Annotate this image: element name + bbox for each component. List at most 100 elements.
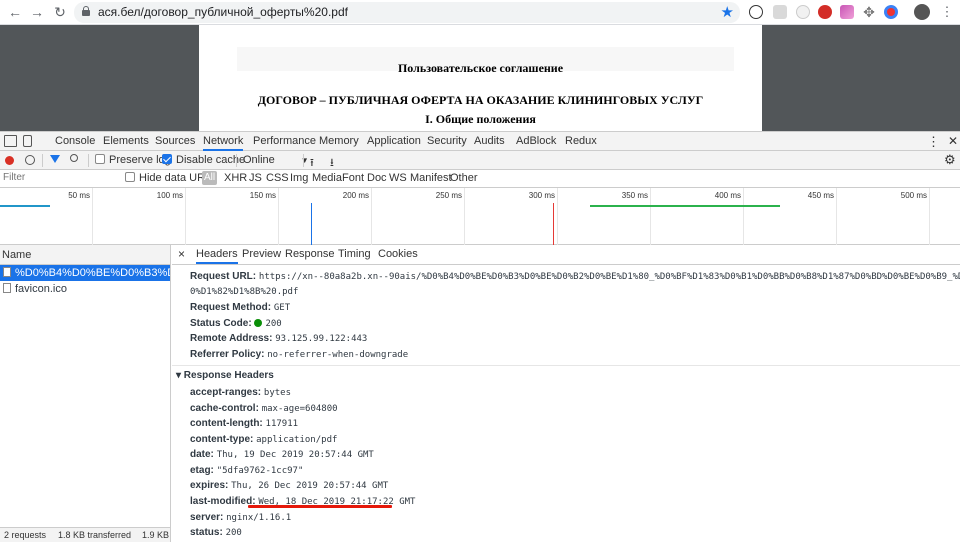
settings-gear-icon[interactable]: ⚙ bbox=[944, 152, 956, 168]
reload-icon[interactable]: ↻ bbox=[51, 3, 69, 21]
request-url-key: Request URL: bbox=[190, 271, 257, 282]
requests-name-header[interactable]: Name bbox=[0, 245, 170, 265]
timeline-tick-50: 50 ms bbox=[68, 191, 90, 200]
back-icon[interactable]: ← bbox=[6, 3, 24, 21]
tab-network[interactable]: Network bbox=[203, 132, 244, 151]
request-url-value-cont[interactable]: 0%D1%82%D1%8B%20.pdf bbox=[190, 287, 298, 297]
disable-cache-checkbox[interactable]: Disable cache bbox=[162, 154, 245, 166]
header-value: Thu, 26 Dec 2019 20:57:44 GMT bbox=[231, 481, 389, 491]
requests-panel: Name %D0%B4%D0%BE%D0%B3%D0%BE%D0%B2%D0%B… bbox=[0, 245, 171, 527]
preserve-log-checkbox[interactable]: Preserve log bbox=[95, 154, 171, 166]
timeline-tick-150: 150 ms bbox=[249, 191, 276, 200]
response-header-row: date: Thu, 19 Dec 2019 20:57:44 GMT bbox=[190, 449, 374, 460]
request-row[interactable]: favicon.ico bbox=[0, 281, 170, 297]
throttle-select[interactable]: Online ▼ bbox=[243, 154, 309, 166]
tab-console[interactable]: Console bbox=[55, 132, 95, 151]
pdf-heading: ДОГОВОР – ПУБЛИЧНАЯ ОФЕРТА НА ОКАЗАНИЕ К… bbox=[257, 93, 704, 107]
filter-type-css[interactable]: CSS bbox=[266, 172, 289, 184]
tab-performance[interactable]: Performance bbox=[253, 132, 316, 151]
search-icon[interactable] bbox=[70, 154, 78, 162]
network-toolbar: Preserve log Disable cache Online ▼ ⭱ ⭳ ⚙ bbox=[0, 151, 960, 170]
url-text[interactable]: ася.бел/договор_публичной_оферты%20.pdf bbox=[98, 5, 348, 19]
menu-kebab-icon[interactable]: ⋮ bbox=[938, 3, 956, 21]
tab-adblock[interactable]: AdBlock bbox=[516, 132, 556, 151]
avatar[interactable] bbox=[914, 4, 930, 20]
close-detail-icon[interactable]: × bbox=[178, 245, 185, 264]
filter-type-img[interactable]: Img bbox=[290, 172, 308, 184]
devtools-menu-icon[interactable]: ⋮ bbox=[927, 132, 940, 151]
tab-security[interactable]: Security bbox=[427, 132, 467, 151]
pdf-doc-title: Пользовательское соглашение bbox=[397, 61, 564, 75]
tab-elements[interactable]: Elements bbox=[103, 132, 149, 151]
timeline-request-bar bbox=[590, 205, 780, 207]
filter-bar: Hide data URLs All XHR JS CSS Img Media … bbox=[0, 170, 960, 188]
bookmark-star-icon[interactable]: ★ bbox=[721, 3, 734, 21]
request-url-row: Request URL: https://xn--80a8a2b.xn--90a… bbox=[190, 271, 960, 282]
document-icon bbox=[3, 267, 11, 277]
filter-type-media[interactable]: Media bbox=[312, 172, 342, 184]
request-row[interactable]: %D0%B4%D0%BE%D0%B3%D0%BE%D0%B2%D0%BE%D1%… bbox=[0, 265, 170, 281]
header-key: date: bbox=[190, 449, 214, 460]
pdf-section-title: I. Общие положения bbox=[425, 112, 536, 126]
filter-type-doc[interactable]: Doc bbox=[367, 172, 387, 184]
filter-type-font[interactable]: Font bbox=[342, 172, 364, 184]
referrer-policy-value: no-referrer-when-downgrade bbox=[267, 350, 409, 360]
filter-type-ws[interactable]: WS bbox=[389, 172, 407, 184]
tab-headers[interactable]: Headers bbox=[196, 245, 238, 264]
remote-address-value: 93.125.99.122:443 bbox=[275, 334, 368, 344]
info-extension-icon[interactable] bbox=[749, 5, 763, 19]
tab-application[interactable]: Application bbox=[367, 132, 421, 151]
filter-input[interactable] bbox=[3, 172, 113, 183]
response-headers-toggle[interactable]: ▾ Response Headers bbox=[176, 370, 274, 381]
status-code-row: Status Code: 200 bbox=[190, 318, 282, 329]
timeline-tick-350: 350 ms bbox=[621, 191, 648, 200]
lastpass-extension-icon[interactable] bbox=[818, 5, 832, 19]
filter-type-manifest[interactable]: Manifest bbox=[410, 172, 452, 184]
filter-icon[interactable] bbox=[50, 155, 60, 163]
header-key: last-modified: bbox=[190, 496, 256, 507]
inspect-element-icon[interactable] bbox=[4, 135, 17, 147]
header-value: "5dfa9762-1cc97" bbox=[216, 466, 304, 476]
header-key: accept-ranges: bbox=[190, 387, 262, 398]
devtools-close-icon[interactable]: ✕ bbox=[948, 132, 958, 151]
request-name: favicon.ico bbox=[15, 283, 67, 295]
pocket-extension-icon[interactable] bbox=[773, 5, 787, 19]
tab-redux[interactable]: Redux bbox=[565, 132, 597, 151]
tab-response[interactable]: Response bbox=[285, 245, 335, 264]
move-extension-icon[interactable]: ✥ bbox=[862, 5, 876, 19]
header-key: etag: bbox=[190, 465, 214, 476]
forward-icon[interactable]: → bbox=[28, 3, 46, 21]
header-value: 200 bbox=[225, 528, 242, 538]
devtools-tabbar: Console Elements Sources Network Perform… bbox=[0, 131, 960, 151]
gradient-extension-icon[interactable] bbox=[840, 5, 854, 19]
tab-preview[interactable]: Preview bbox=[242, 245, 281, 264]
device-toolbar-icon[interactable] bbox=[23, 135, 32, 147]
record-icon[interactable] bbox=[5, 156, 14, 165]
filter-type-xhr[interactable]: XHR bbox=[224, 172, 247, 184]
detail-tabbar: × Headers Preview Response Timing Cookie… bbox=[172, 245, 960, 265]
response-header-row: status: 200 bbox=[190, 527, 242, 538]
clear-icon[interactable] bbox=[25, 155, 35, 165]
response-header-row: etag: "5dfa9762-1cc97" bbox=[190, 465, 303, 476]
address-bar[interactable]: ася.бел/договор_публичной_оферты%20.pdf … bbox=[74, 2, 740, 23]
filter-type-other[interactable]: Other bbox=[450, 172, 478, 184]
tab-cookies[interactable]: Cookies bbox=[378, 245, 418, 264]
tab-timing[interactable]: Timing bbox=[338, 245, 371, 264]
disable-cache-label: Disable cache bbox=[176, 154, 246, 166]
timeline-tick-300: 300 ms bbox=[528, 191, 555, 200]
tab-memory[interactable]: Memory bbox=[319, 132, 359, 151]
ghost-extension-icon[interactable] bbox=[796, 5, 810, 19]
tab-sources[interactable]: Sources bbox=[155, 132, 195, 151]
request-url-value[interactable]: https://xn--80a8a2b.xn--90ais/%D0%B4%D0%… bbox=[259, 272, 960, 282]
status-ok-icon bbox=[254, 319, 263, 327]
response-header-row: accept-ranges: bytes bbox=[190, 387, 291, 398]
color-extension-icon[interactable] bbox=[884, 5, 898, 19]
response-header-row: content-type: application/pdf bbox=[190, 434, 337, 445]
header-key: content-length: bbox=[190, 418, 263, 429]
tab-audits[interactable]: Audits bbox=[474, 132, 505, 151]
timeline-overview[interactable]: 50 ms 100 ms 150 ms 200 ms 250 ms 300 ms… bbox=[0, 188, 960, 245]
load-marker bbox=[553, 203, 554, 245]
filter-type-js[interactable]: JS bbox=[249, 172, 262, 184]
filter-type-all[interactable]: All bbox=[202, 171, 218, 185]
header-key: content-type: bbox=[190, 434, 254, 445]
